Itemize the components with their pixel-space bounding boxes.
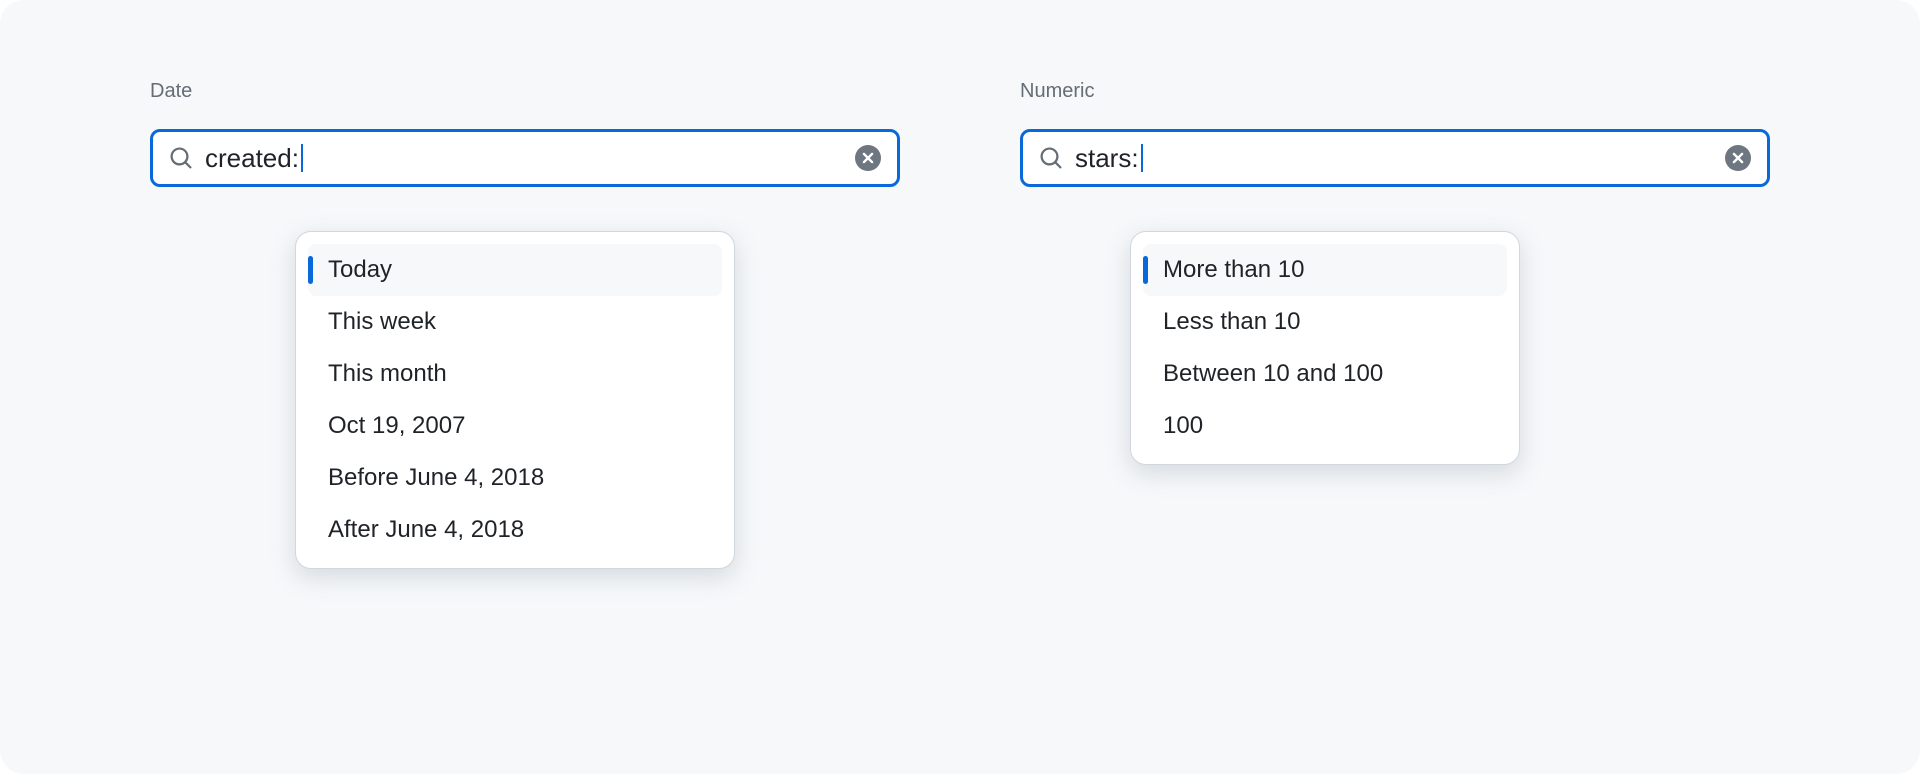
dropdown-item-this-week[interactable]: This week xyxy=(308,296,722,348)
clear-icon[interactable] xyxy=(1725,145,1751,171)
date-search-wrap: created: Today This week This month xyxy=(150,129,900,187)
dropdown-item-label: Between 10 and 100 xyxy=(1163,360,1383,388)
dropdown-item-more-than[interactable]: More than 10 xyxy=(1143,244,1507,296)
date-label: Date xyxy=(150,80,900,103)
dropdown-item-label: Less than 10 xyxy=(1163,308,1300,336)
dropdown-item-after-date[interactable]: After June 4, 2018 xyxy=(308,504,722,556)
dropdown-item-today[interactable]: Today xyxy=(308,244,722,296)
numeric-search-text: stars: xyxy=(1075,143,1139,174)
dropdown-item-date-exact[interactable]: Oct 19, 2007 xyxy=(308,400,722,452)
date-search-value: created: xyxy=(205,143,303,174)
numeric-search-value: stars: xyxy=(1075,143,1143,174)
dropdown-item-label: 100 xyxy=(1163,412,1203,440)
search-icon xyxy=(1039,146,1063,170)
dropdown-item-label: Today xyxy=(328,256,392,284)
text-cursor xyxy=(1141,144,1143,172)
example-canvas: Date created: xyxy=(0,0,1920,774)
dropdown-item-between[interactable]: Between 10 and 100 xyxy=(1143,348,1507,400)
dropdown-item-label: Before June 4, 2018 xyxy=(328,464,544,492)
dropdown-item-exact[interactable]: 100 xyxy=(1143,400,1507,452)
numeric-label: Numeric xyxy=(1020,80,1770,103)
dropdown-item-label: This week xyxy=(328,308,436,336)
text-cursor xyxy=(301,144,303,172)
date-search-field[interactable]: created: xyxy=(150,129,900,187)
numeric-column: Numeric stars: xyxy=(1020,80,1770,774)
dropdown-item-label: After June 4, 2018 xyxy=(328,516,524,544)
date-dropdown: Today This week This month Oct 19, 2007 … xyxy=(295,231,735,569)
numeric-search-field[interactable]: stars: xyxy=(1020,129,1770,187)
dropdown-item-before-date[interactable]: Before June 4, 2018 xyxy=(308,452,722,504)
dropdown-item-this-month[interactable]: This month xyxy=(308,348,722,400)
dropdown-item-label: More than 10 xyxy=(1163,256,1304,284)
dropdown-item-label: Oct 19, 2007 xyxy=(328,412,465,440)
numeric-search-wrap: stars: More than 10 Less than 10 Betwee xyxy=(1020,129,1770,187)
date-search-text: created: xyxy=(205,143,299,174)
dropdown-item-less-than[interactable]: Less than 10 xyxy=(1143,296,1507,348)
date-column: Date created: xyxy=(150,80,900,774)
clear-icon[interactable] xyxy=(855,145,881,171)
dropdown-item-label: This month xyxy=(328,360,447,388)
search-icon xyxy=(169,146,193,170)
numeric-dropdown: More than 10 Less than 10 Between 10 and… xyxy=(1130,231,1520,465)
